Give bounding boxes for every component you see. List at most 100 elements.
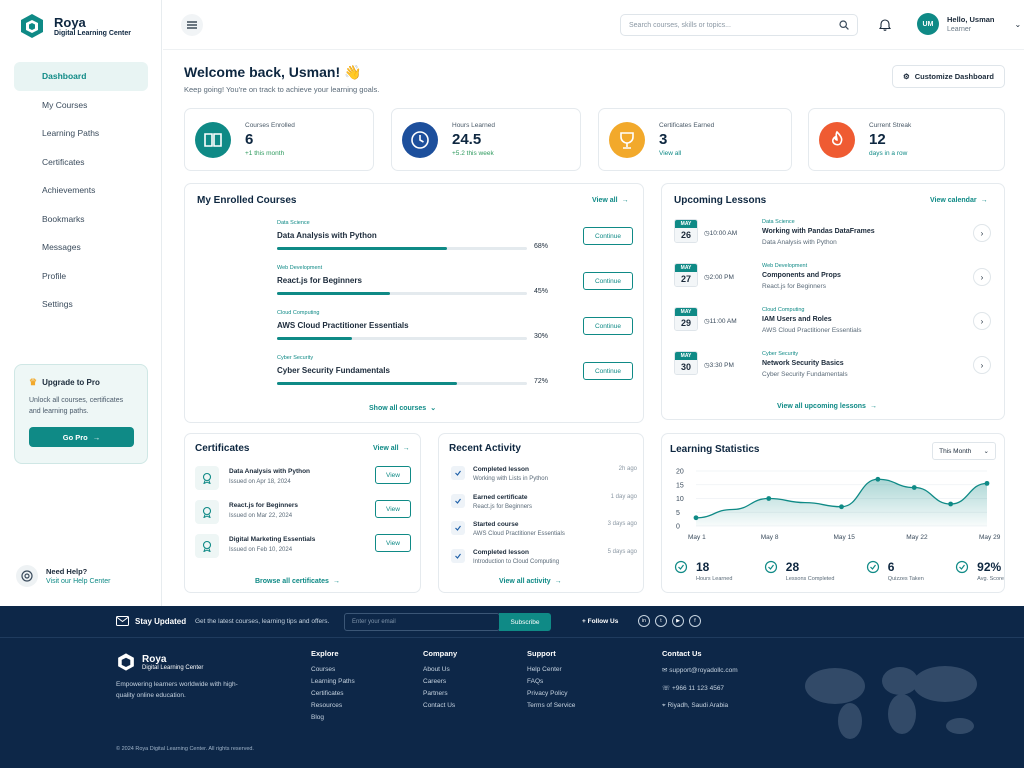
lesson-row[interactable]: MAY 27 ◷2:00 PM Web Development Components a… — [674, 263, 994, 303]
bar-chart-icon — [866, 560, 880, 576]
course-row[interactable]: Web Development React.js for Beginners 45%… — [197, 263, 637, 301]
help-link[interactable]: Need Help? Visit our Help Center — [16, 565, 110, 587]
activity-item[interactable]: Completed lesson Introduction to Cloud Co… — [451, 548, 637, 573]
twitter-icon[interactable]: t — [655, 615, 667, 627]
course-row[interactable]: Cloud Computing AWS Cloud Practitioner Es… — [197, 308, 637, 346]
footer-column-company: Company About Us Careers Partners Contact Us — [423, 649, 457, 714]
stat-card-hours-learned[interactable]: Hours Learned 24.5 +5.2 this week — [391, 108, 581, 171]
lessons-title: Upcoming Lessons — [674, 195, 767, 206]
lesson-month: MAY — [675, 352, 697, 360]
footer-link[interactable]: FAQs — [527, 678, 575, 685]
view-all-lessons-link[interactable]: View all upcoming lessons → — [777, 403, 877, 410]
upgrade-card: ♛ Upgrade to Pro Unlock all courses, cert… — [14, 364, 148, 464]
sidebar-item-profile[interactable]: Profile — [14, 262, 148, 291]
stat-label: Current Streak — [869, 122, 912, 129]
stat-card-current-streak[interactable]: Current Streak 12 days in a row — [808, 108, 1005, 171]
stat-sub[interactable]: View all — [659, 150, 714, 157]
sidebar-item-messages[interactable]: Messages — [14, 233, 148, 262]
sidebar-item-my-courses[interactable]: My Courses — [14, 91, 148, 120]
lesson-row[interactable]: MAY 26 ◷10:00 AM Data Science Working with P… — [674, 219, 994, 259]
brand[interactable]: Roya Digital Learning Center — [18, 12, 131, 40]
email-input[interactable]: Enter your email — [344, 613, 500, 631]
continue-button[interactable]: Continue — [583, 272, 633, 290]
sidebar-item-settings[interactable]: Settings — [14, 290, 148, 319]
footer-link[interactable]: Help Center — [527, 666, 575, 673]
view-certificate-button[interactable]: View — [375, 534, 411, 552]
crown-icon: ♛ — [29, 377, 38, 387]
browse-certificates-link[interactable]: Browse all certificates → — [255, 578, 340, 585]
bell-icon[interactable] — [878, 18, 892, 33]
footer-link[interactable]: Learning Paths — [311, 678, 355, 685]
lesson-row[interactable]: MAY 30 ◷3:30 PM Cyber Security Network Secur… — [674, 351, 994, 391]
certificates-view-all-link[interactable]: View all → — [373, 445, 410, 452]
sidebar-item-certificates[interactable]: Certificates — [14, 148, 148, 177]
footer-link[interactable]: Courses — [311, 666, 355, 673]
user-greeting: Hello, Usman — [947, 15, 995, 24]
play-square-icon — [451, 521, 465, 535]
search-input[interactable]: Search courses, skills or topics... — [620, 14, 858, 36]
view-certificate-button[interactable]: View — [375, 466, 411, 484]
period-select[interactable]: This Month ⌄ — [932, 442, 996, 460]
chevron-right-icon[interactable]: › — [973, 356, 991, 374]
sidebar-item-label: My Courses — [42, 99, 88, 110]
stat-card-certificates-earned[interactable]: Certificates Earned 3 View all — [598, 108, 792, 171]
chevron-right-icon[interactable]: › — [973, 312, 991, 330]
footer-link[interactable]: Partners — [423, 690, 457, 697]
chevron-right-icon[interactable]: › — [973, 268, 991, 286]
footer-link[interactable]: Privacy Policy — [527, 690, 575, 697]
continue-button[interactable]: Continue — [583, 227, 633, 245]
footer-link[interactable]: Careers — [423, 678, 457, 685]
lesson-date: MAY 30 — [674, 351, 698, 375]
help-title: Need Help? — [46, 567, 88, 576]
enrolled-view-all-link[interactable]: View all → — [592, 197, 629, 204]
help-center-link[interactable]: Visit our Help Center — [46, 578, 110, 585]
continue-button[interactable]: Continue — [583, 317, 633, 335]
contact-phone[interactable]: ☏ +966 11 123 4567 — [662, 684, 738, 692]
sidebar-item-learning-paths[interactable]: Learning Paths — [14, 119, 148, 148]
sidebar-item-dashboard[interactable]: Dashboard — [14, 62, 148, 91]
course-title[interactable]: React.js for Beginners — [277, 276, 362, 285]
sidebar-item-achievements[interactable]: Achievements — [14, 176, 148, 205]
view-calendar-link[interactable]: View calendar → — [930, 197, 988, 204]
sidebar-item-label: Dashboard — [42, 71, 87, 82]
user-menu[interactable]: UM Hello, Usman Learner ⌄ — [917, 13, 1021, 35]
youtube-icon[interactable]: ▶ — [672, 615, 684, 627]
activity-item[interactable]: Completed lesson Working with Lists in Py… — [451, 466, 637, 490]
activity-item[interactable]: Started course AWS Cloud Practitioner Ess… — [451, 521, 637, 545]
chevron-right-icon[interactable]: › — [973, 224, 991, 242]
lesson-row[interactable]: MAY 29 ◷11:00 AM Cloud Computing IAM Users a… — [674, 307, 994, 347]
course-title[interactable]: Data Analysis with Python — [277, 231, 377, 240]
course-row[interactable]: Data Science Data Analysis with Python 68%… — [197, 218, 637, 256]
lesson-category: Data Science — [762, 219, 795, 225]
footer-brand[interactable]: Roya Digital Learning Center — [116, 652, 203, 672]
customize-dashboard-button[interactable]: ⚙ Customize Dashboard — [892, 65, 1005, 88]
contact-email[interactable]: ✉ support@royadollc.com — [662, 666, 738, 674]
footer-link[interactable]: Blog — [311, 714, 355, 721]
course-title[interactable]: AWS Cloud Practitioner Essentials — [277, 321, 409, 330]
course-row[interactable]: Cyber Security Cyber Security Fundamental… — [197, 353, 637, 391]
subscribe-button[interactable]: Subscribe — [499, 613, 551, 631]
footer-link[interactable]: Contact Us — [423, 702, 457, 709]
footer-link[interactable]: Certificates — [311, 690, 355, 697]
flame-icon — [819, 121, 855, 158]
contact-title: Contact Us — [662, 649, 702, 658]
facebook-icon[interactable]: f — [689, 615, 701, 627]
view-certificate-button[interactable]: View — [375, 500, 411, 518]
continue-button[interactable]: Continue — [583, 362, 633, 380]
footer-link[interactable]: About Us — [423, 666, 457, 673]
footer-column-support: Support Help Center FAQs Privacy Policy Term… — [527, 649, 575, 714]
go-pro-button[interactable]: Go Pro → — [29, 427, 134, 447]
menu-toggle-button[interactable] — [181, 14, 203, 36]
show-all-courses-link[interactable]: Show all courses ⌄ — [369, 404, 436, 413]
course-category: Data Science — [277, 220, 310, 226]
lesson-time: ◷2:00 PM — [704, 273, 734, 281]
lesson-category: Web Development — [762, 263, 808, 269]
footer-link[interactable]: Resources — [311, 702, 355, 709]
linkedin-icon[interactable]: in — [638, 615, 650, 627]
sidebar-item-bookmarks[interactable]: Bookmarks — [14, 205, 148, 234]
footer-link[interactable]: Terms of Service — [527, 702, 575, 709]
course-title[interactable]: Cyber Security Fundamentals — [277, 366, 390, 375]
stat-card-courses-enrolled[interactable]: Courses Enrolled 6 +1 this month — [184, 108, 374, 171]
view-all-activity-link[interactable]: View all activity → — [499, 578, 562, 585]
activity-item[interactable]: Earned certificate React.js for Beginners… — [451, 493, 637, 518]
